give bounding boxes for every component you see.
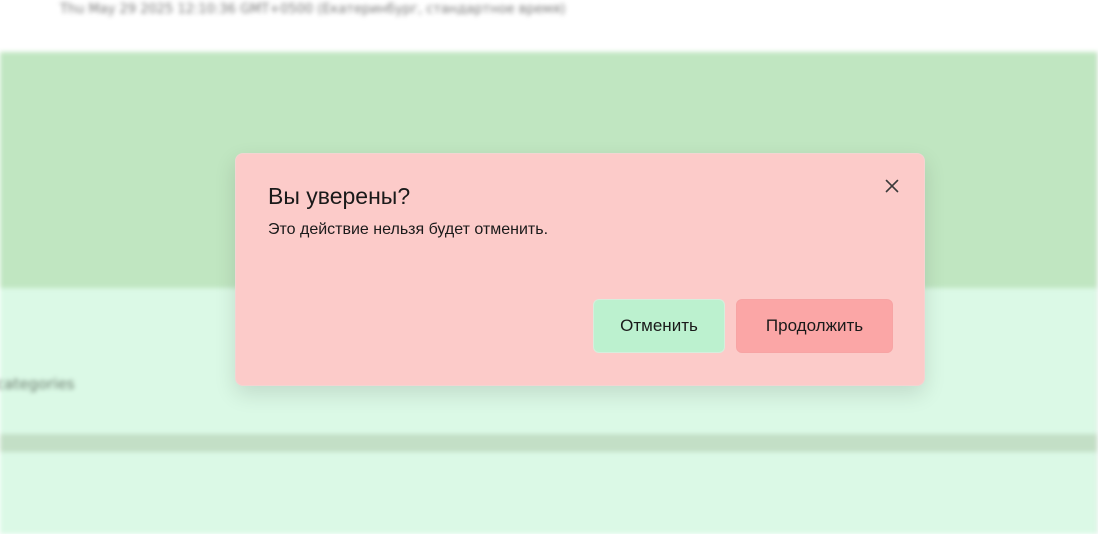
confirm-dialog: Вы уверены? Это действие нельзя будет от… xyxy=(235,153,925,386)
page: Thu May 29 2025 12:10:36 GMT+0500 (Екате… xyxy=(0,0,1098,534)
close-icon xyxy=(885,179,899,193)
cancel-button[interactable]: Отменить xyxy=(593,299,725,353)
divider-stripe xyxy=(0,434,1098,452)
dialog-description: Это действие нельзя будет отменить. xyxy=(268,221,549,238)
header-area: Thu May 29 2025 12:10:36 GMT+0500 (Екате… xyxy=(0,0,1098,52)
date-text: Thu May 29 2025 12:10:36 GMT+0500 (Екате… xyxy=(60,2,566,17)
dialog-title: Вы уверены? xyxy=(268,183,411,209)
continue-button[interactable]: Продолжить xyxy=(736,299,893,353)
close-button[interactable] xyxy=(880,174,904,198)
categories-label: categories xyxy=(0,375,75,393)
